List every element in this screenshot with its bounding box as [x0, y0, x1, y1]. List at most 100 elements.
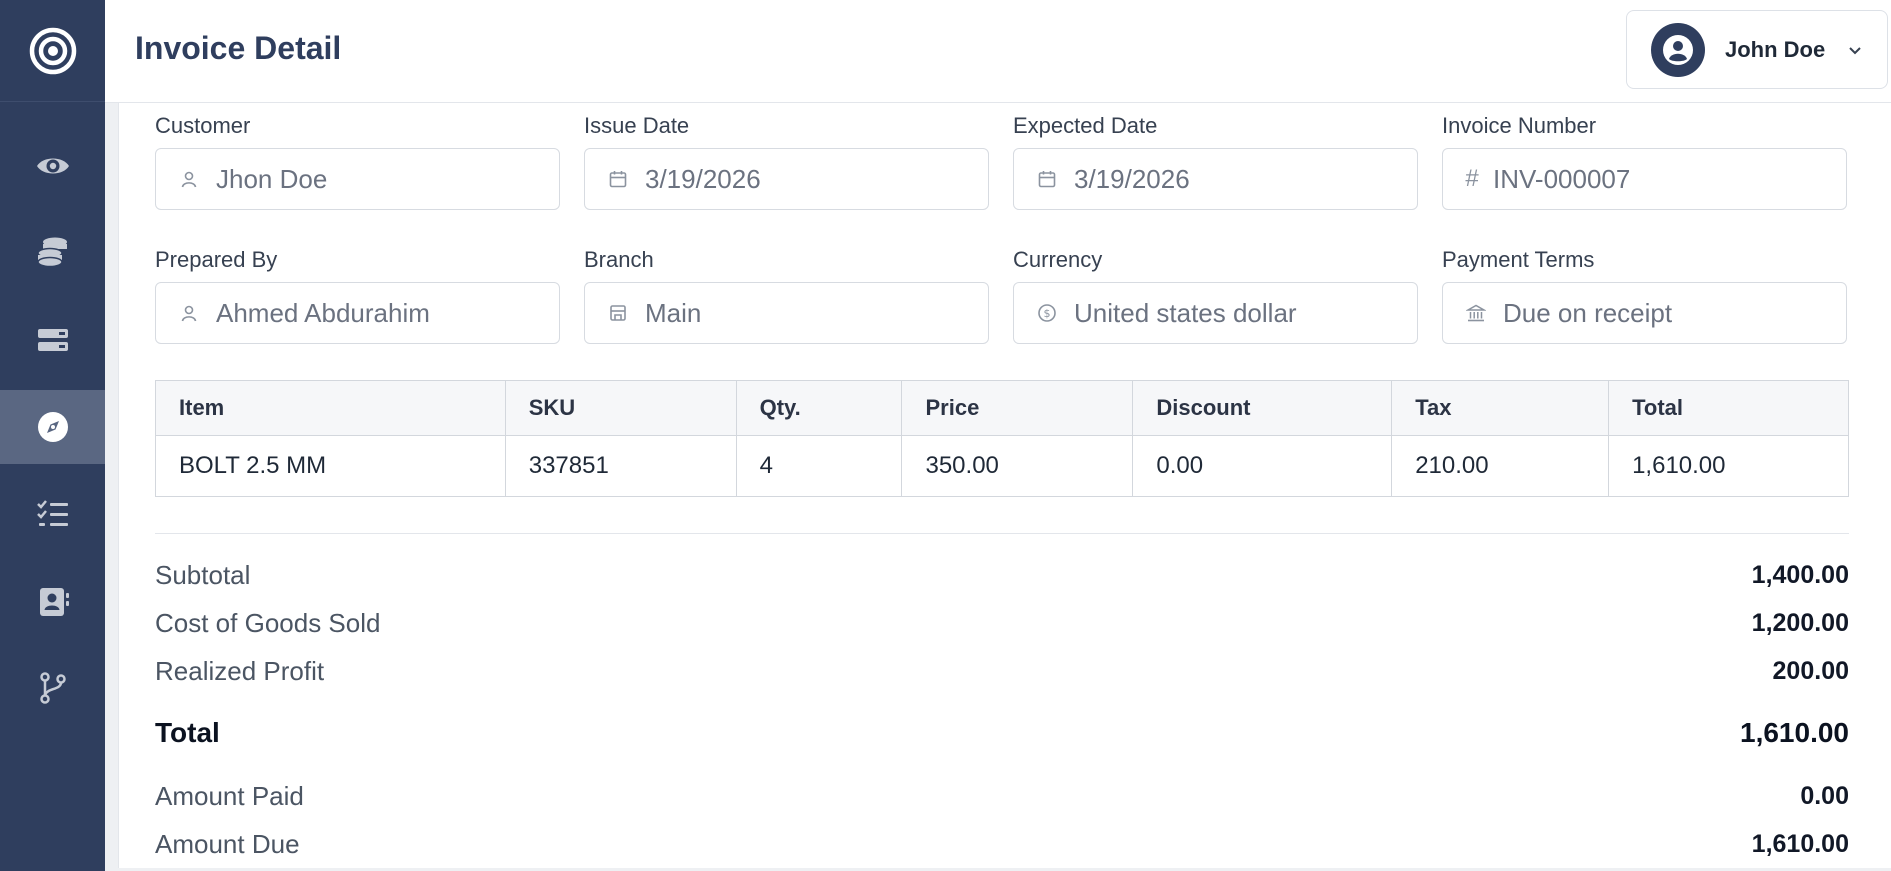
avatar [1651, 22, 1705, 77]
payment-terms-label: Payment Terms [1442, 247, 1595, 272]
user-icon [178, 168, 200, 190]
branch-value: Main [645, 297, 702, 328]
table-row: BOLT 2.5 MM 337851 4 350.00 0.00 210.00 … [155, 435, 1849, 497]
column-header-price: Price [901, 380, 1134, 436]
calendar-icon [1036, 168, 1058, 190]
chevron-down-icon [1849, 46, 1861, 54]
sidebar [0, 0, 105, 871]
cell-qty: 4 [735, 435, 903, 497]
column-header-total: Total [1608, 380, 1849, 436]
invoice-number-value: INV-000007 [1493, 163, 1631, 194]
items-table: Item SKU Qty. Price Discount Tax Total B… [155, 380, 1849, 497]
payment-terms-field: Payment Terms Due on receipt [1442, 247, 1847, 344]
sidebar-item-workflow[interactable] [0, 651, 105, 725]
target-logo-icon [29, 27, 76, 74]
prepared-by-input[interactable]: Ahmed Abdurahim [155, 282, 560, 344]
branch-input[interactable]: Main [584, 282, 989, 344]
user-circle-icon [1663, 34, 1693, 65]
checklist-icon [36, 500, 68, 526]
server-icon [37, 329, 68, 351]
hash-icon: # [1465, 165, 1479, 192]
sidebar-item-finance[interactable] [0, 215, 105, 289]
total-value: 1,610.00 [1740, 717, 1849, 748]
cogs-value: 1,200.00 [1751, 608, 1849, 637]
column-header-tax: Tax [1391, 380, 1610, 436]
column-header-discount: Discount [1132, 380, 1393, 436]
expected-date-input[interactable]: 3/19/2026 [1013, 148, 1418, 210]
amount-due-row: Amount Due 1,610.00 [155, 827, 1849, 861]
cogs-row: Cost of Goods Sold 1,200.00 [155, 606, 1849, 640]
invoice-number-input[interactable]: # INV-000007 [1442, 148, 1847, 210]
compass-icon [37, 412, 68, 442]
store-icon [607, 302, 629, 324]
customer-label: Customer [155, 113, 251, 138]
git-branch-icon [39, 672, 66, 704]
expected-date-field: Expected Date 3/19/2026 [1013, 113, 1418, 210]
branch-field: Branch Main [584, 247, 989, 344]
payment-terms-input[interactable]: Due on receipt [1442, 282, 1847, 344]
subtotal-row: Subtotal 1,400.00 [155, 558, 1849, 592]
page-title: Invoice Detail [135, 30, 342, 66]
sidebar-item-inventory[interactable] [0, 303, 105, 377]
top-header: Invoice Detail John Doe [105, 0, 1891, 103]
currency-input[interactable]: $ United states dollar [1013, 282, 1418, 344]
amount-paid-label: Amount Paid [155, 780, 304, 811]
customer-value: Jhon Doe [216, 163, 328, 194]
sidebar-item-sales[interactable] [0, 390, 105, 464]
invoice-number-field: Invoice Number # INV-000007 [1442, 113, 1847, 210]
expected-date-value: 3/19/2026 [1074, 163, 1190, 194]
eye-icon [36, 158, 69, 174]
cogs-label: Cost of Goods Sold [155, 607, 381, 638]
issue-date-input[interactable]: 3/19/2026 [584, 148, 989, 210]
summary-divider [155, 533, 1849, 534]
total-row: Total 1,610.00 [155, 716, 1849, 750]
invoice-number-label: Invoice Number [1442, 113, 1597, 138]
user-menu-button[interactable]: John Doe [1626, 10, 1888, 89]
currency-value: United states dollar [1074, 297, 1297, 328]
cell-price: 350.00 [901, 435, 1134, 497]
currency-label: Currency [1013, 247, 1103, 272]
cell-total: 1,610.00 [1608, 435, 1849, 497]
app-logo[interactable] [0, 0, 105, 102]
amount-paid-value: 0.00 [1800, 781, 1849, 810]
prepared-by-label: Prepared By [155, 247, 278, 272]
bank-icon [1465, 302, 1487, 324]
prepared-by-field: Prepared By Ahmed Abdurahim [155, 247, 560, 344]
payment-terms-value: Due on receipt [1503, 297, 1673, 328]
invoice-content: Customer Jhon Doe Issue Date 3/19/2026 E… [118, 103, 1891, 868]
cell-sku: 337851 [504, 435, 737, 497]
branch-label: Branch [584, 247, 654, 272]
realized-profit-row: Realized Profit 200.00 [155, 654, 1849, 688]
amount-paid-row: Amount Paid 0.00 [155, 779, 1849, 813]
column-header-qty: Qty. [735, 380, 903, 436]
amount-due-value: 1,610.00 [1751, 829, 1849, 858]
sidebar-item-tasks[interactable] [0, 477, 105, 551]
cell-item: BOLT 2.5 MM [155, 435, 506, 497]
subtotal-value: 1,400.00 [1751, 560, 1849, 589]
contact-book-icon [39, 588, 69, 616]
calendar-icon [607, 168, 629, 190]
svg-text:$: $ [1044, 307, 1051, 320]
table-header-row: Item SKU Qty. Price Discount Tax Total [155, 380, 1849, 436]
issue-date-label: Issue Date [584, 113, 690, 138]
user-icon [178, 302, 200, 324]
realized-profit-label: Realized Profit [155, 655, 325, 686]
sidebar-item-contacts[interactable] [0, 565, 105, 639]
issue-date-value: 3/19/2026 [645, 163, 761, 194]
customer-input[interactable]: Jhon Doe [155, 148, 560, 210]
dollar-circle-icon: $ [1036, 302, 1058, 324]
cell-tax: 210.00 [1391, 435, 1610, 497]
sidebar-item-overview[interactable] [0, 129, 105, 203]
column-header-item: Item [155, 380, 506, 436]
column-header-sku: SKU [504, 380, 737, 436]
customer-field: Customer Jhon Doe [155, 113, 560, 210]
expected-date-label: Expected Date [1013, 113, 1158, 138]
realized-profit-value: 200.00 [1772, 656, 1849, 685]
currency-field: Currency $ United states dollar [1013, 247, 1418, 344]
issue-date-field: Issue Date 3/19/2026 [584, 113, 989, 210]
total-label: Total [155, 717, 220, 748]
prepared-by-value: Ahmed Abdurahim [216, 297, 430, 328]
subtotal-label: Subtotal [155, 559, 251, 590]
coins-icon [36, 237, 67, 268]
cell-discount: 0.00 [1132, 435, 1393, 497]
